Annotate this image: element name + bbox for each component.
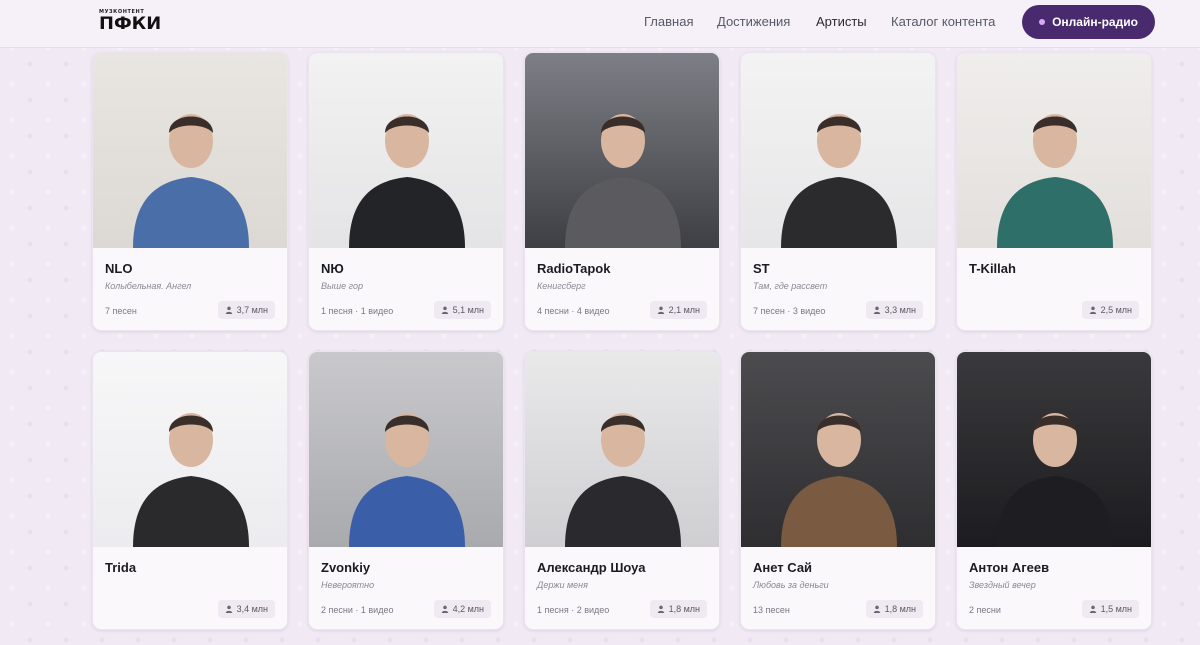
listeners-badge: 2,5 млн [1081, 301, 1139, 319]
artist-content-count: 7 песен · 3 видео [753, 306, 826, 316]
artist-photo[interactable] [741, 53, 935, 248]
user-icon [1089, 306, 1097, 314]
artist-name[interactable]: ST [753, 261, 770, 276]
user-icon [225, 306, 233, 314]
artist-photo[interactable] [525, 352, 719, 547]
artist-card[interactable]: Zvonkiy Невероятно 2 песни · 1 видео 4,2 мл… [308, 351, 504, 630]
listeners-count: 1,5 млн [1100, 604, 1132, 614]
nav-achievements[interactable]: Достижения [717, 14, 790, 30]
artist-photo[interactable] [957, 53, 1151, 248]
listeners-count: 5,1 млн [452, 305, 484, 315]
radio-dot-icon [1039, 19, 1046, 25]
artist-content-count: 1 песня · 1 видео [321, 306, 394, 316]
artist-name[interactable]: Анет Сай [753, 560, 812, 575]
artist-latest-release: Выше гор [321, 281, 363, 291]
artist-card[interactable]: Александр Шоуа Держи меня 1 песня · 2 виде… [524, 351, 720, 630]
artist-photo[interactable] [309, 53, 503, 248]
artist-card[interactable]: NЮ Выше гор 1 песня · 1 видео 5,1 млн [308, 52, 504, 331]
user-icon [1089, 605, 1097, 613]
artist-latest-release: Держи меня [537, 580, 588, 590]
artist-photo[interactable] [525, 53, 719, 248]
listeners-count: 2,5 млн [1100, 305, 1132, 315]
listeners-badge: 3,7 млн [217, 301, 275, 319]
nav-artists[interactable]: Артисты [816, 14, 867, 30]
listeners-count: 3,3 млн [884, 305, 916, 315]
user-icon [441, 306, 449, 314]
listeners-count: 1,8 млн [668, 604, 700, 614]
listeners-badge: 1,8 млн [649, 600, 707, 618]
listeners-badge: 1,8 млн [865, 600, 923, 618]
listeners-badge: 5,1 млн [433, 301, 491, 319]
online-radio-button[interactable]: Онлайн-радио [1022, 5, 1155, 39]
artist-card[interactable]: ST Там, где рассвет 7 песен · 3 видео 3,3 м… [740, 52, 936, 331]
artist-content-count: 13 песен [753, 605, 790, 615]
artist-content-count: 7 песен [105, 306, 137, 316]
artist-card[interactable]: T-Killah 2,5 млн [956, 52, 1152, 331]
listeners-badge: 3,3 млн [865, 301, 923, 319]
artist-content-count: 4 песни · 4 видео [537, 306, 610, 316]
artist-photo[interactable] [741, 352, 935, 547]
artist-content-count: 2 песни · 1 видео [321, 605, 394, 615]
artist-photo[interactable] [93, 352, 287, 547]
user-icon [657, 306, 665, 314]
artist-name[interactable]: NLO [105, 261, 132, 276]
listeners-badge: 1,5 млн [1081, 600, 1139, 618]
artist-photo[interactable] [309, 352, 503, 547]
artist-card[interactable]: NLO Колыбельная. Ангел 7 песен 3,7 млн [92, 52, 288, 331]
listeners-badge: 3,4 млн [217, 600, 275, 618]
listeners-count: 3,4 млн [236, 604, 268, 614]
site-header: МУЗКОНТЕНТ ПФКИ Главная Достижения Артис… [0, 0, 1200, 48]
user-icon [873, 306, 881, 314]
artist-name[interactable]: Александр Шоуа [537, 560, 645, 575]
online-radio-label: Онлайн-радио [1052, 15, 1138, 29]
listeners-count: 4,2 млн [452, 604, 484, 614]
artist-latest-release: Невероятно [321, 580, 375, 590]
listeners-badge: 2,1 млн [649, 301, 707, 319]
user-icon [441, 605, 449, 613]
user-icon [657, 605, 665, 613]
artist-latest-release: Колыбельная. Ангел [105, 281, 192, 291]
artist-photo[interactable] [93, 53, 287, 248]
listeners-count: 3,7 млн [236, 305, 268, 315]
artist-name[interactable]: Trida [105, 560, 136, 575]
user-icon [873, 605, 881, 613]
artist-card[interactable]: Анет Сай Любовь за деньги 13 песен 1,8 млн [740, 351, 936, 630]
artist-name[interactable]: Антон Агеев [969, 560, 1049, 575]
artist-name[interactable]: T-Killah [969, 261, 1016, 276]
artist-card[interactable]: RadioTapok Кенигсберг 4 песни · 4 видео 2,1… [524, 52, 720, 331]
main-nav: Главная Достижения Артисты Каталог конте… [0, 14, 1200, 34]
artist-card[interactable]: Антон Агеев Звездный вечер 2 песни 1,5 млн [956, 351, 1152, 630]
artist-latest-release: Любовь за деньги [753, 580, 829, 590]
artist-content-count: 1 песня · 2 видео [537, 605, 610, 615]
listeners-count: 1,8 млн [884, 604, 916, 614]
user-icon [225, 605, 233, 613]
nav-catalog[interactable]: Каталог контента [891, 14, 995, 30]
artist-latest-release: Кенигсберг [537, 281, 586, 291]
artist-content-count: 2 песни [969, 605, 1001, 615]
artist-name[interactable]: RadioTapok [537, 261, 610, 276]
artist-card[interactable]: Trida 3,4 млн [92, 351, 288, 630]
nav-home[interactable]: Главная [644, 14, 693, 30]
artist-latest-release: Звездный вечер [969, 580, 1036, 590]
artist-name[interactable]: NЮ [321, 261, 344, 276]
listeners-count: 2,1 млн [668, 305, 700, 315]
listeners-badge: 4,2 млн [433, 600, 491, 618]
artist-name[interactable]: Zvonkiy [321, 560, 370, 575]
artist-photo[interactable] [957, 352, 1151, 547]
artist-latest-release: Там, где рассвет [753, 281, 828, 291]
